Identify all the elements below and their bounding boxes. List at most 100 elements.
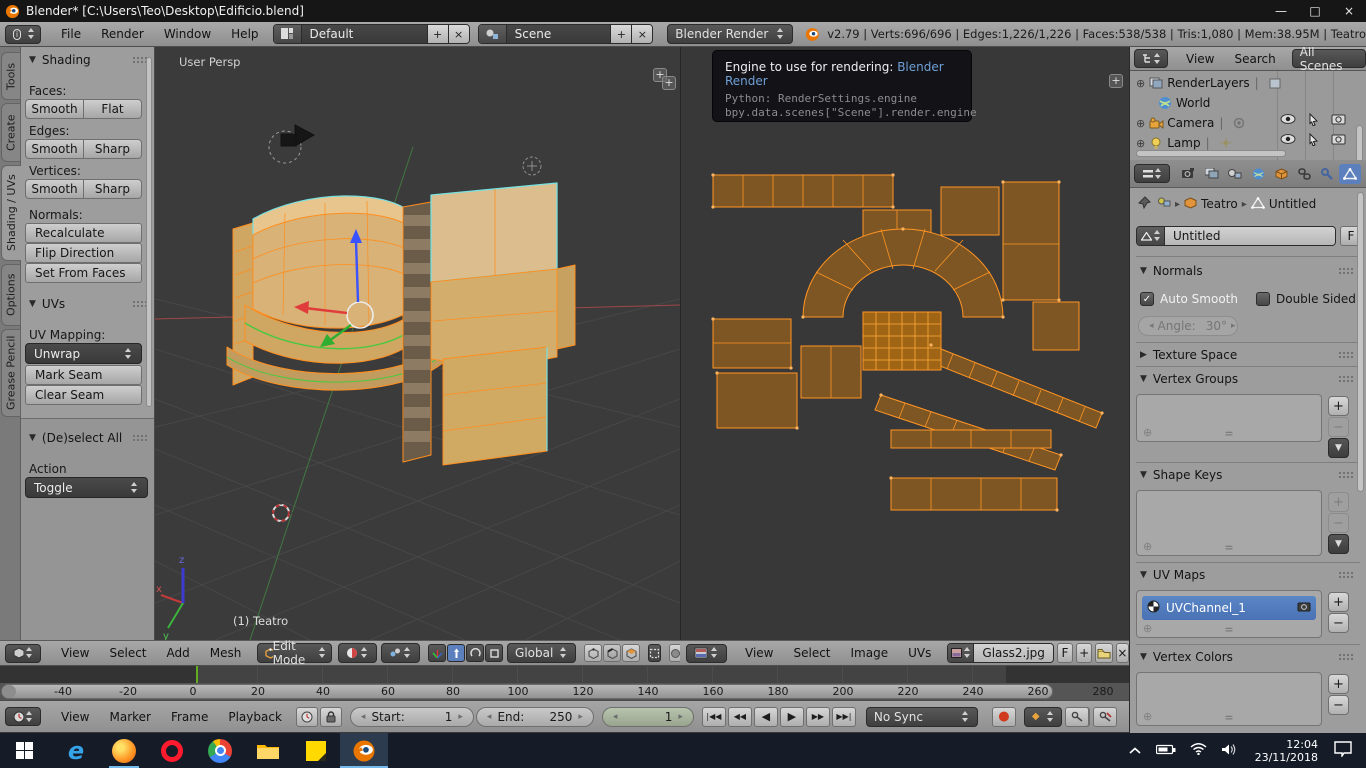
expand-region-button[interactable]: + <box>662 76 676 90</box>
panel-grip[interactable] <box>1338 351 1354 359</box>
taskbar-firefox[interactable] <box>100 733 148 768</box>
tl-menu-frame[interactable]: Frame <box>161 710 218 724</box>
tab-tools[interactable]: Tools <box>1 52 21 100</box>
unlink-image-button[interactable]: × <box>1116 643 1129 663</box>
previous-keyframe-button[interactable]: ◀◀ <box>728 707 752 727</box>
play-reverse-button[interactable]: ◀ <box>754 707 778 727</box>
breadcrumb-object-name[interactable]: Teatro <box>1201 197 1238 211</box>
flip-direction-button[interactable]: Flip Direction <box>25 243 142 263</box>
unwrap-dropdown[interactable]: Unwrap <box>25 343 142 364</box>
tab-world[interactable] <box>1247 164 1269 184</box>
play-button[interactable]: ▶ <box>780 707 804 727</box>
close-button[interactable]: × <box>1332 0 1366 22</box>
expand-region-button[interactable]: + <box>1109 74 1123 88</box>
current-frame-marker[interactable] <box>196 666 198 683</box>
render-engine-dropdown[interactable]: Blender Render <box>667 24 792 44</box>
panel-grip[interactable] <box>1338 375 1354 383</box>
outliner-menu-search[interactable]: Search <box>1224 52 1285 66</box>
tab-shading-uvs[interactable]: Shading / UVs <box>1 165 22 261</box>
v3d-menu-select[interactable]: Select <box>99 646 156 660</box>
texture-space-panel-header[interactable]: ▶Texture Space <box>1140 348 1354 362</box>
auto-smooth-checkbox[interactable]: ✓ <box>1140 292 1154 306</box>
double-sided-checkbox[interactable]: ✓ <box>1256 292 1270 306</box>
clear-seam-button[interactable]: Clear Seam <box>25 385 142 405</box>
delete-layout-button[interactable]: × <box>448 25 469 43</box>
uv-menu-select[interactable]: Select <box>783 646 840 660</box>
open-image-button[interactable] <box>1095 643 1113 663</box>
tab-object-data[interactable] <box>1339 164 1361 184</box>
start-frame-field[interactable]: ◂ Start: 1 ▸ <box>350 707 474 727</box>
pin-icon[interactable] <box>1138 196 1151 212</box>
tab-render-layers[interactable] <box>1201 164 1223 184</box>
timeline-ruler[interactable]: -40-200204060801001201401601802002202402… <box>0 683 1129 700</box>
pivot-point-dropdown[interactable] <box>381 643 420 663</box>
v3d-menu-mesh[interactable]: Mesh <box>200 646 252 660</box>
image-fake-user-button[interactable]: F <box>1057 643 1073 663</box>
shape-keys-list[interactable]: ⊕= <box>1136 490 1322 556</box>
panel-grip[interactable] <box>1338 267 1354 275</box>
jump-to-start-button[interactable]: |◀◀ <box>702 707 726 727</box>
hide-toggle-eye-icon[interactable] <box>1280 113 1296 129</box>
volume-icon[interactable] <box>1221 743 1238 759</box>
auto-keyframe-record-button[interactable]: ● <box>992 707 1016 727</box>
add-vertex-color-button[interactable]: + <box>1328 674 1349 694</box>
vertex-colors-panel-header[interactable]: ▼Vertex Colors <box>1140 650 1354 664</box>
vertex-group-specials-button[interactable]: ▼ <box>1328 438 1349 458</box>
add-vertex-group-button[interactable]: + <box>1328 396 1349 416</box>
v3d-menu-add[interactable]: Add <box>157 646 200 660</box>
transform-orientation-dropdown[interactable]: Global <box>507 643 576 663</box>
shape-keys-panel-header[interactable]: ▼Shape Keys <box>1140 468 1354 482</box>
tab-render[interactable] <box>1178 164 1200 184</box>
next-keyframe-button[interactable]: ▶▶ <box>806 707 830 727</box>
panel-grip[interactable] <box>1338 471 1354 479</box>
tab-grease-pencil[interactable]: Grease Pencil <box>1 329 21 417</box>
shape-key-specials-button[interactable]: ▼ <box>1328 534 1349 554</box>
clock[interactable]: 12:04 23/11/2018 <box>1255 738 1318 764</box>
render-toggle-camera-icon[interactable] <box>1331 133 1346 149</box>
remove-shape-key-button[interactable]: − <box>1328 513 1349 533</box>
taskbar-blender[interactable] <box>340 733 388 768</box>
selectable-toggle-cursor-icon[interactable] <box>1308 133 1319 149</box>
viewport-shading-dropdown[interactable] <box>338 643 377 663</box>
menu-window[interactable]: Window <box>154 27 221 41</box>
start-button[interactable] <box>0 733 48 768</box>
lock-time-cursor-button[interactable] <box>320 707 342 727</box>
scene-name[interactable]: Scene <box>507 25 611 43</box>
image-datablock-dropdown[interactable] <box>948 644 974 662</box>
uv-map-item-selected[interactable]: UVChannel_1 <box>1142 596 1316 620</box>
taskbar-file-explorer[interactable] <box>244 733 292 768</box>
outliner-row-camera[interactable]: ⊕ Camera | <box>1136 113 1250 133</box>
tray-chevron-icon[interactable] <box>1129 744 1141 758</box>
screen-layout-selector[interactable]: Default + × <box>273 24 470 44</box>
jump-to-end-button[interactable]: ▶▶| <box>832 707 856 727</box>
taskbar-edge[interactable]: e <box>52 733 100 768</box>
tl-menu-view[interactable]: View <box>51 710 99 724</box>
tab-options[interactable]: Options <box>1 264 21 326</box>
taskbar-chrome[interactable] <box>196 733 244 768</box>
v3d-menu-view[interactable]: View <box>51 646 99 660</box>
display-mode-dropdown[interactable]: All Scenes <box>1292 49 1366 68</box>
faces-flat-button[interactable]: Flat <box>83 99 142 119</box>
tab-object[interactable] <box>1270 164 1292 184</box>
outliner-row-renderlayers[interactable]: ⊕ RenderLayers | <box>1136 73 1286 93</box>
tab-constraints[interactable] <box>1293 164 1315 184</box>
edges-sharp-button[interactable]: Sharp <box>83 139 142 159</box>
render-toggle-camera-icon[interactable] <box>1331 113 1346 129</box>
tl-menu-marker[interactable]: Marker <box>99 710 160 724</box>
expand-icon[interactable]: ⊕ <box>1136 137 1145 150</box>
outliner-horizontal-scrollbar[interactable] <box>1136 150 1286 157</box>
tab-modifiers[interactable] <box>1316 164 1338 184</box>
mode-dropdown[interactable]: Edit Mode <box>257 643 332 663</box>
occlude-geometry-button[interactable] <box>648 644 661 662</box>
vertex-groups-list[interactable]: ⊕= <box>1136 394 1322 442</box>
editor-type-button-timeline[interactable] <box>5 707 41 726</box>
faces-smooth-button[interactable]: Smooth <box>25 99 83 119</box>
properties-scrollbar[interactable] <box>1357 192 1364 492</box>
recalculate-button[interactable]: Recalculate <box>25 223 142 243</box>
uv-maps-list[interactable]: UVChannel_1 ⊕= <box>1136 590 1322 638</box>
rotate-manipulator-button[interactable] <box>466 644 484 662</box>
action-center-icon[interactable] <box>1334 741 1352 760</box>
vertices-sharp-button[interactable]: Sharp <box>83 179 142 199</box>
image-name-field[interactable]: Glass2.jpg <box>974 644 1053 662</box>
mesh-datablock-dropdown[interactable] <box>1137 227 1165 245</box>
